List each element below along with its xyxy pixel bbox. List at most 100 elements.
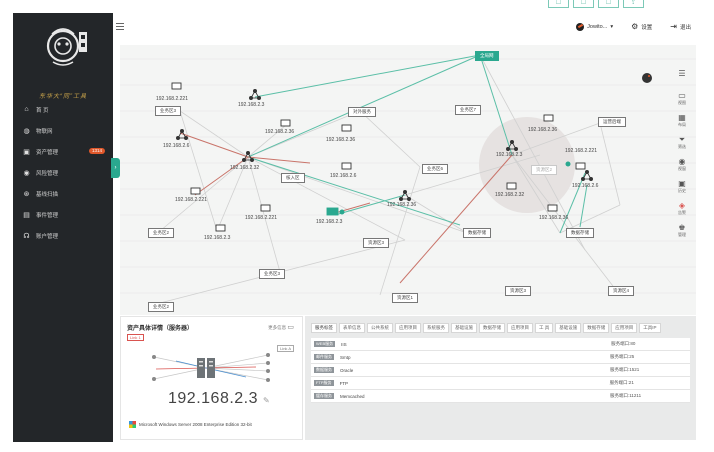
node-ip-label[interactable]: 192.168.2.221 (565, 148, 597, 154)
menu-icon[interactable] (116, 23, 124, 31)
node-ip-label[interactable]: 192.168.2.6 (572, 183, 598, 189)
zone-box[interactable]: 资源区2 (531, 165, 558, 175)
tool-layout[interactable]: ▦ 布局 (678, 113, 686, 133)
service-name: WEB服务 (314, 341, 336, 347)
tab-3[interactable]: 应用项目 (395, 323, 421, 333)
tool-eye[interactable]: ◉ 视窗 (678, 157, 686, 177)
node-ip-label[interactable]: 192.168.2.32 (495, 192, 524, 198)
tab-11[interactable]: 应用项目 (611, 323, 638, 333)
table-row[interactable]: WEB服务 IIS 服务端口:80 (311, 338, 690, 351)
alert-icon: ◈ (678, 201, 686, 210)
tab-9[interactable]: 基础设施 (555, 323, 582, 333)
node-ip-label[interactable]: 192.168.2.221 (245, 215, 277, 221)
node-ip-label[interactable]: 192.168.2.36 (326, 137, 355, 143)
service-value: Smtp (340, 354, 351, 360)
admin-icon: ♚ (678, 223, 686, 232)
tab-0[interactable]: 服务标签 (311, 323, 337, 333)
service-value: FTP (339, 380, 349, 386)
node-ip-label[interactable]: 192.168.2.36 (539, 215, 568, 221)
zone-box[interactable]: 资源区1 (392, 293, 419, 303)
tab-7[interactable]: 应用项目 (507, 323, 533, 333)
window-icon[interactable]: ☐ (548, 0, 569, 8)
node-ip-label[interactable]: 192.168.2.3 (316, 219, 342, 225)
zone-box[interactable]: 对外服务 (348, 107, 376, 117)
zone-box[interactable]: 业务区3 (259, 269, 286, 279)
zone-box[interactable]: 运营后端 (598, 117, 626, 127)
avatar (576, 22, 585, 31)
sidebar-menu: ⌂ 首 页 ◍ 物联网 ▣ 资产管理 1314 ◉ 风险管理 ⊛ 基线扫描 ▤ … (13, 99, 113, 246)
server-icon: ▭ (287, 324, 294, 331)
node-ip-label[interactable]: 192.168.2.36 (387, 202, 416, 208)
zone-box[interactable]: 业务区2 (148, 228, 175, 238)
node-ip-label[interactable]: 192.168.2.3 (204, 235, 230, 241)
sidebar-item-baseline[interactable]: ⊛ 基线扫描 (13, 183, 113, 204)
tab-5[interactable]: 基础设施 (451, 323, 477, 333)
zone-box[interactable]: 业务区7 (455, 105, 482, 115)
zone-box[interactable]: 业务区3 (155, 106, 182, 116)
zone-box[interactable]: 资源区3 (505, 286, 532, 296)
logout-button[interactable]: ⇥ 退出 (670, 22, 691, 31)
tab-1[interactable]: 表单信息 (339, 323, 365, 333)
table-row[interactable]: 缓存服务 Memcached 服务端口:11211 (311, 390, 690, 403)
sidebar-item-risk[interactable]: ◉ 风险管理 (13, 162, 113, 183)
sidebar-item-assets[interactable]: ▣ 资产管理 1314 (13, 141, 113, 162)
table-row[interactable]: 数据服务 Oracle 服务端口:1521 (311, 364, 690, 377)
more-info-link[interactable]: 更多信息 ▭ (268, 323, 294, 331)
tool-alert[interactable]: ◈ 告警 (678, 201, 686, 221)
user-menu[interactable]: Jowito... ▾ (576, 22, 614, 31)
settings-button[interactable]: ⚙ 设置 (631, 22, 652, 31)
settings-label: 设置 (641, 24, 653, 31)
node-ip-label[interactable]: 192.168.2.3 (238, 102, 264, 108)
service-value: Memcached (340, 393, 365, 399)
topology-canvas[interactable]: 192.168.2.221 192.168.2.3 192.168.2.36 1… (120, 45, 696, 315)
event-icon: ▤ (23, 211, 30, 219)
node-ip-label[interactable]: 192.168.2.221 (156, 96, 188, 102)
tool-view[interactable]: ▭ 视图 (678, 91, 686, 111)
zone-box[interactable]: 资源区4 (608, 286, 635, 296)
tab-8[interactable]: 工 具 (535, 323, 554, 333)
globe-icon: ◍ (23, 127, 30, 135)
tool-filter[interactable]: ⏷ 筛选 (678, 135, 686, 155)
tab-6[interactable]: 数据存储 (479, 323, 505, 333)
tool-history[interactable]: ▣ 历史 (678, 179, 686, 199)
tool-list[interactable]: ☰ (678, 69, 685, 89)
zone-box[interactable]: 数据存储 (566, 228, 594, 238)
zone-box[interactable]: 业务区6 (422, 164, 449, 174)
table-row[interactable]: 邮件服务 Smtp 服务端口:25 (311, 351, 690, 364)
os-info: Microsoft Windows Server 2008 Enterprise… (129, 421, 252, 428)
grid-icon: ▦ (678, 113, 686, 122)
node-ip-label[interactable]: 192.168.2.221 (175, 197, 207, 203)
window-icon[interactable]: ☐ (598, 0, 619, 8)
history-icon: ▣ (678, 179, 686, 188)
zone-box[interactable]: 数据存储 (463, 228, 491, 238)
zone-box[interactable]: 核入区 (281, 173, 305, 183)
tab-4[interactable]: 系统服务 (423, 323, 449, 333)
node-ip-label[interactable]: 192.168.2.3 (496, 152, 522, 158)
node-ip-label[interactable]: 192.168.2.6 (330, 173, 356, 179)
service-port: 服务端口:11211 (610, 393, 642, 398)
service-port: 服务端口:21 (609, 380, 634, 385)
window-icon[interactable]: ☐ (573, 0, 594, 8)
node-ip-label[interactable]: 192.168.2.6 (163, 143, 189, 149)
tab-12[interactable]: 工具IP (639, 323, 661, 333)
sidebar-item-iot[interactable]: ◍ 物联网 (13, 120, 113, 141)
tool-admin[interactable]: ♚ 管理 (678, 223, 686, 243)
table-row[interactable]: FTP服务 FTP 服务端口:21 (311, 377, 690, 390)
edit-icon[interactable]: ✎ (263, 396, 270, 405)
asset-icon: ▣ (23, 148, 30, 156)
tab-10[interactable]: 数据存储 (583, 323, 610, 333)
sidebar-item-home[interactable]: ⌂ 首 页 (13, 99, 113, 120)
zone-box[interactable]: 业务区2 (148, 302, 175, 312)
node-ip-label[interactable]: 192.168.2.36 (265, 129, 294, 135)
tab-2[interactable]: 公共系统 (367, 323, 393, 333)
list-icon: ☰ (678, 69, 686, 78)
sidebar-toggle-tab[interactable]: › (111, 158, 120, 178)
share-icon[interactable]: ⇪ (623, 0, 644, 8)
zone-box[interactable]: 资源区3 (363, 238, 390, 248)
sidebar-item-accounts[interactable]: ☊ 账户管理 (13, 225, 113, 246)
node-ip-label[interactable]: 192.168.2.32 (230, 165, 259, 171)
sidebar-item-events[interactable]: ▤ 事件管理 (13, 204, 113, 225)
caret-down-icon: ▾ (610, 23, 614, 30)
node-ip-label[interactable]: 192.168.2.36 (528, 127, 557, 133)
selected-zone-box[interactable]: 全局网 (475, 51, 499, 61)
